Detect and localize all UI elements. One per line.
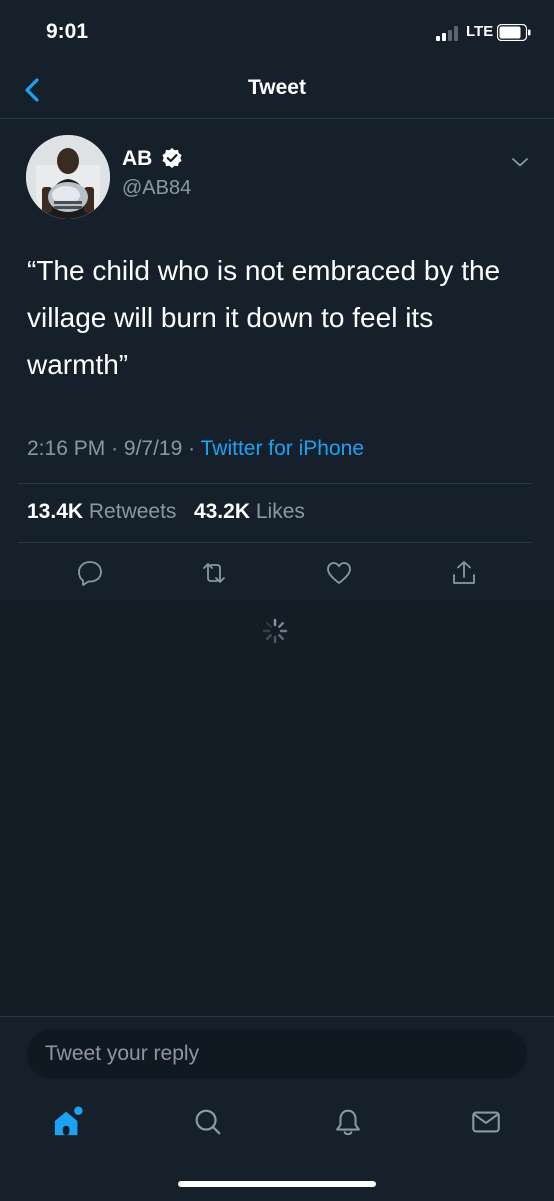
- retweets-stat[interactable]: 13.4K Retweets: [27, 500, 176, 523]
- loading-spinner-icon: [262, 618, 288, 644]
- nav-bar: Tweet: [0, 64, 554, 119]
- meta-separator: ·: [111, 437, 119, 460]
- tweet-source-link[interactable]: Twitter for iPhone: [201, 437, 364, 460]
- divider: [18, 483, 532, 484]
- retweet-icon[interactable]: [200, 559, 228, 587]
- home-indicator[interactable]: [178, 1181, 376, 1187]
- meta-separator: ·: [188, 437, 196, 460]
- retweets-count: 13.4K: [27, 500, 84, 523]
- status-bar: 9:01 LTE: [0, 0, 554, 64]
- divider: [18, 542, 532, 543]
- reply-and-tab-bar: [0, 1016, 554, 1201]
- chevron-down-icon[interactable]: [510, 155, 530, 169]
- retweets-label: Retweets: [88, 500, 177, 523]
- tweet-time: 2:16 PM: [27, 437, 106, 460]
- reply-input[interactable]: [27, 1029, 527, 1079]
- tweet-meta: 2:16 PM · 9/7/19 · Twitter for iPhone: [27, 437, 364, 461]
- avatar-image: [26, 135, 110, 219]
- likes-stat[interactable]: 43.2K Likes: [194, 500, 305, 523]
- tweet-date: 9/7/19: [123, 437, 183, 460]
- search-icon[interactable]: [192, 1105, 224, 1139]
- battery-icon: [497, 24, 531, 41]
- reply-icon[interactable]: [76, 559, 104, 587]
- signal-strength-icon: [436, 26, 458, 41]
- likes-count: 43.2K: [193, 500, 250, 523]
- status-time: 9:01: [46, 20, 89, 43]
- notifications-bell-icon[interactable]: [332, 1105, 364, 1139]
- messages-envelope-icon[interactable]: [470, 1105, 502, 1139]
- user-handle[interactable]: @AB84: [122, 177, 191, 200]
- home-icon[interactable]: [52, 1105, 84, 1139]
- likes-label: Likes: [255, 500, 305, 523]
- display-name[interactable]: AB: [122, 147, 152, 171]
- tweet-text: “The child who is not embraced by the vi…: [27, 255, 501, 380]
- verified-badge-icon: [162, 148, 182, 168]
- page-title: Tweet: [248, 76, 306, 99]
- tweet-detail: AB @AB84 “The child who is not embraced …: [0, 119, 554, 601]
- network-type: LTE: [466, 23, 494, 40]
- avatar[interactable]: [26, 135, 110, 219]
- tweet-stats: 13.4K Retweets 43.2K Likes: [27, 500, 305, 524]
- share-icon[interactable]: [450, 559, 478, 587]
- like-heart-icon[interactable]: [325, 559, 353, 587]
